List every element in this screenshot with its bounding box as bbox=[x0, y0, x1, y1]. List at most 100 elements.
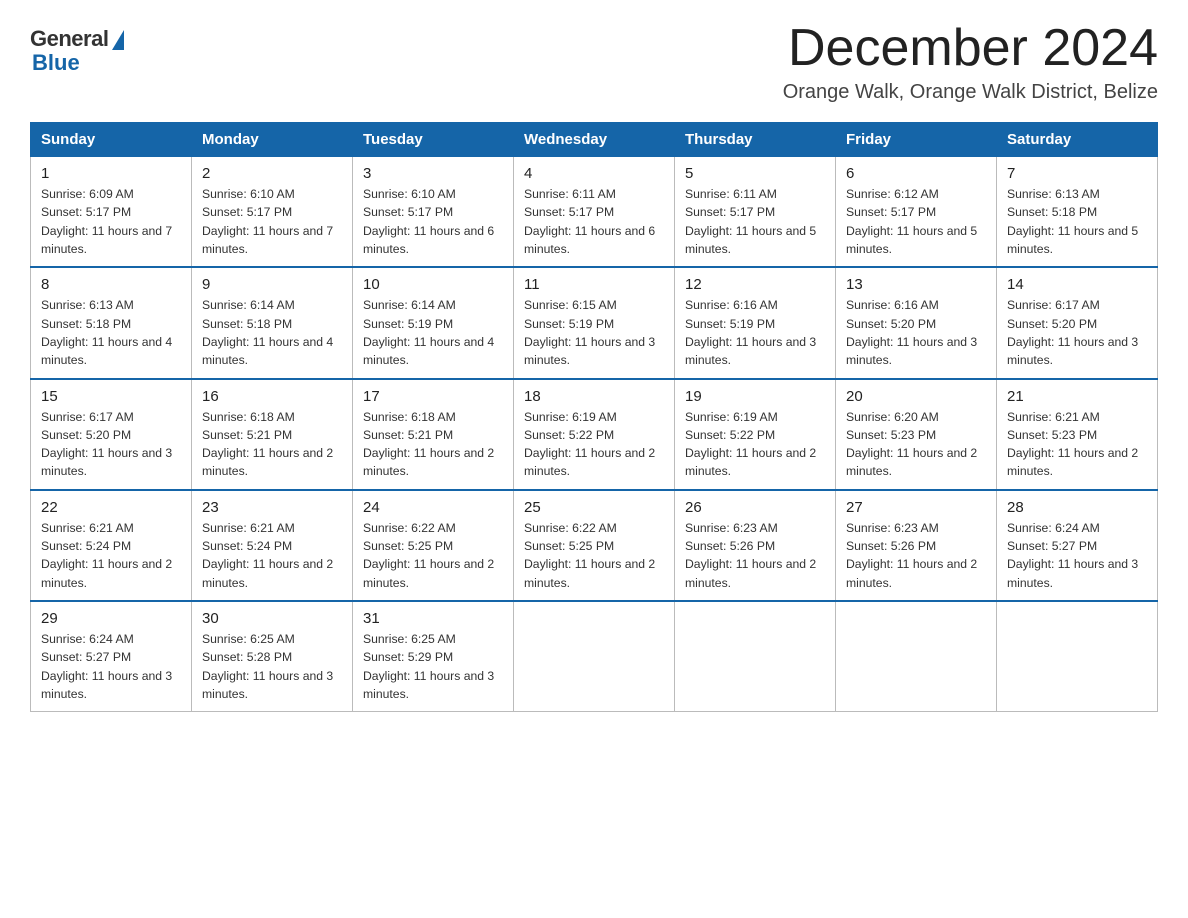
calendar-cell: 20 Sunrise: 6:20 AMSunset: 5:23 PMDaylig… bbox=[836, 379, 997, 490]
calendar-cell: 13 Sunrise: 6:16 AMSunset: 5:20 PMDaylig… bbox=[836, 267, 997, 378]
day-info: Sunrise: 6:24 AMSunset: 5:27 PMDaylight:… bbox=[1007, 519, 1147, 592]
day-number: 21 bbox=[1007, 388, 1147, 405]
calendar-cell bbox=[997, 601, 1158, 712]
day-info: Sunrise: 6:25 AMSunset: 5:29 PMDaylight:… bbox=[363, 630, 503, 703]
col-header-monday: Monday bbox=[192, 123, 353, 157]
calendar-cell: 16 Sunrise: 6:18 AMSunset: 5:21 PMDaylig… bbox=[192, 379, 353, 490]
col-header-thursday: Thursday bbox=[675, 123, 836, 157]
day-number: 27 bbox=[846, 499, 986, 516]
day-number: 3 bbox=[363, 165, 503, 182]
day-number: 7 bbox=[1007, 165, 1147, 182]
day-info: Sunrise: 6:17 AMSunset: 5:20 PMDaylight:… bbox=[1007, 296, 1147, 369]
calendar-cell: 29 Sunrise: 6:24 AMSunset: 5:27 PMDaylig… bbox=[31, 601, 192, 712]
day-info: Sunrise: 6:15 AMSunset: 5:19 PMDaylight:… bbox=[524, 296, 664, 369]
calendar-week-row: 22 Sunrise: 6:21 AMSunset: 5:24 PMDaylig… bbox=[31, 490, 1158, 601]
calendar-cell: 28 Sunrise: 6:24 AMSunset: 5:27 PMDaylig… bbox=[997, 490, 1158, 601]
calendar-cell bbox=[514, 601, 675, 712]
day-number: 10 bbox=[363, 276, 503, 293]
day-number: 12 bbox=[685, 276, 825, 293]
calendar-week-row: 8 Sunrise: 6:13 AMSunset: 5:18 PMDayligh… bbox=[31, 267, 1158, 378]
day-number: 22 bbox=[41, 499, 181, 516]
day-info: Sunrise: 6:19 AMSunset: 5:22 PMDaylight:… bbox=[685, 408, 825, 481]
day-number: 6 bbox=[846, 165, 986, 182]
day-number: 13 bbox=[846, 276, 986, 293]
day-info: Sunrise: 6:19 AMSunset: 5:22 PMDaylight:… bbox=[524, 408, 664, 481]
day-info: Sunrise: 6:21 AMSunset: 5:23 PMDaylight:… bbox=[1007, 408, 1147, 481]
day-info: Sunrise: 6:18 AMSunset: 5:21 PMDaylight:… bbox=[363, 408, 503, 481]
day-number: 5 bbox=[685, 165, 825, 182]
day-number: 20 bbox=[846, 388, 986, 405]
col-header-sunday: Sunday bbox=[31, 123, 192, 157]
calendar-cell: 17 Sunrise: 6:18 AMSunset: 5:21 PMDaylig… bbox=[353, 379, 514, 490]
day-number: 31 bbox=[363, 610, 503, 627]
day-number: 28 bbox=[1007, 499, 1147, 516]
day-info: Sunrise: 6:17 AMSunset: 5:20 PMDaylight:… bbox=[41, 408, 181, 481]
calendar-cell: 3 Sunrise: 6:10 AMSunset: 5:17 PMDayligh… bbox=[353, 157, 514, 268]
day-number: 16 bbox=[202, 388, 342, 405]
calendar-cell: 12 Sunrise: 6:16 AMSunset: 5:19 PMDaylig… bbox=[675, 267, 836, 378]
logo-blue-text: Blue bbox=[30, 50, 80, 76]
day-info: Sunrise: 6:16 AMSunset: 5:20 PMDaylight:… bbox=[846, 296, 986, 369]
day-info: Sunrise: 6:21 AMSunset: 5:24 PMDaylight:… bbox=[41, 519, 181, 592]
day-number: 18 bbox=[524, 388, 664, 405]
calendar-cell: 24 Sunrise: 6:22 AMSunset: 5:25 PMDaylig… bbox=[353, 490, 514, 601]
col-header-saturday: Saturday bbox=[997, 123, 1158, 157]
logo-general-text: General bbox=[30, 26, 108, 52]
calendar-cell: 27 Sunrise: 6:23 AMSunset: 5:26 PMDaylig… bbox=[836, 490, 997, 601]
calendar-header-row: SundayMondayTuesdayWednesdayThursdayFrid… bbox=[31, 123, 1158, 157]
day-info: Sunrise: 6:24 AMSunset: 5:27 PMDaylight:… bbox=[41, 630, 181, 703]
day-number: 4 bbox=[524, 165, 664, 182]
calendar-cell: 10 Sunrise: 6:14 AMSunset: 5:19 PMDaylig… bbox=[353, 267, 514, 378]
col-header-wednesday: Wednesday bbox=[514, 123, 675, 157]
day-info: Sunrise: 6:09 AMSunset: 5:17 PMDaylight:… bbox=[41, 185, 181, 258]
calendar-table: SundayMondayTuesdayWednesdayThursdayFrid… bbox=[30, 122, 1158, 712]
calendar-cell: 19 Sunrise: 6:19 AMSunset: 5:22 PMDaylig… bbox=[675, 379, 836, 490]
day-number: 24 bbox=[363, 499, 503, 516]
month-title: December 2024 bbox=[783, 20, 1158, 77]
calendar-cell: 4 Sunrise: 6:11 AMSunset: 5:17 PMDayligh… bbox=[514, 157, 675, 268]
day-info: Sunrise: 6:11 AMSunset: 5:17 PMDaylight:… bbox=[685, 185, 825, 258]
calendar-cell: 15 Sunrise: 6:17 AMSunset: 5:20 PMDaylig… bbox=[31, 379, 192, 490]
day-info: Sunrise: 6:18 AMSunset: 5:21 PMDaylight:… bbox=[202, 408, 342, 481]
day-number: 19 bbox=[685, 388, 825, 405]
day-number: 2 bbox=[202, 165, 342, 182]
day-number: 11 bbox=[524, 276, 664, 293]
calendar-week-row: 1 Sunrise: 6:09 AMSunset: 5:17 PMDayligh… bbox=[31, 157, 1158, 268]
logo-triangle-icon bbox=[112, 30, 124, 50]
day-info: Sunrise: 6:14 AMSunset: 5:19 PMDaylight:… bbox=[363, 296, 503, 369]
calendar-cell: 26 Sunrise: 6:23 AMSunset: 5:26 PMDaylig… bbox=[675, 490, 836, 601]
title-block: December 2024 Orange Walk, Orange Walk D… bbox=[783, 20, 1158, 104]
calendar-cell: 1 Sunrise: 6:09 AMSunset: 5:17 PMDayligh… bbox=[31, 157, 192, 268]
day-info: Sunrise: 6:11 AMSunset: 5:17 PMDaylight:… bbox=[524, 185, 664, 258]
day-number: 9 bbox=[202, 276, 342, 293]
day-info: Sunrise: 6:16 AMSunset: 5:19 PMDaylight:… bbox=[685, 296, 825, 369]
day-info: Sunrise: 6:22 AMSunset: 5:25 PMDaylight:… bbox=[524, 519, 664, 592]
calendar-cell: 14 Sunrise: 6:17 AMSunset: 5:20 PMDaylig… bbox=[997, 267, 1158, 378]
day-info: Sunrise: 6:10 AMSunset: 5:17 PMDaylight:… bbox=[363, 185, 503, 258]
calendar-cell: 6 Sunrise: 6:12 AMSunset: 5:17 PMDayligh… bbox=[836, 157, 997, 268]
day-number: 14 bbox=[1007, 276, 1147, 293]
calendar-cell bbox=[675, 601, 836, 712]
calendar-cell: 18 Sunrise: 6:19 AMSunset: 5:22 PMDaylig… bbox=[514, 379, 675, 490]
day-number: 17 bbox=[363, 388, 503, 405]
calendar-cell bbox=[836, 601, 997, 712]
day-info: Sunrise: 6:13 AMSunset: 5:18 PMDaylight:… bbox=[1007, 185, 1147, 258]
day-info: Sunrise: 6:10 AMSunset: 5:17 PMDaylight:… bbox=[202, 185, 342, 258]
calendar-cell: 23 Sunrise: 6:21 AMSunset: 5:24 PMDaylig… bbox=[192, 490, 353, 601]
day-number: 8 bbox=[41, 276, 181, 293]
day-info: Sunrise: 6:13 AMSunset: 5:18 PMDaylight:… bbox=[41, 296, 181, 369]
col-header-friday: Friday bbox=[836, 123, 997, 157]
calendar-cell: 21 Sunrise: 6:21 AMSunset: 5:23 PMDaylig… bbox=[997, 379, 1158, 490]
location-subtitle: Orange Walk, Orange Walk District, Beliz… bbox=[783, 81, 1158, 104]
calendar-week-row: 15 Sunrise: 6:17 AMSunset: 5:20 PMDaylig… bbox=[31, 379, 1158, 490]
calendar-cell: 9 Sunrise: 6:14 AMSunset: 5:18 PMDayligh… bbox=[192, 267, 353, 378]
calendar-cell: 31 Sunrise: 6:25 AMSunset: 5:29 PMDaylig… bbox=[353, 601, 514, 712]
day-number: 25 bbox=[524, 499, 664, 516]
day-number: 23 bbox=[202, 499, 342, 516]
page-header: General Blue December 2024 Orange Walk, … bbox=[30, 20, 1158, 104]
logo: General Blue bbox=[30, 26, 124, 76]
day-info: Sunrise: 6:23 AMSunset: 5:26 PMDaylight:… bbox=[685, 519, 825, 592]
calendar-cell: 30 Sunrise: 6:25 AMSunset: 5:28 PMDaylig… bbox=[192, 601, 353, 712]
col-header-tuesday: Tuesday bbox=[353, 123, 514, 157]
day-info: Sunrise: 6:20 AMSunset: 5:23 PMDaylight:… bbox=[846, 408, 986, 481]
